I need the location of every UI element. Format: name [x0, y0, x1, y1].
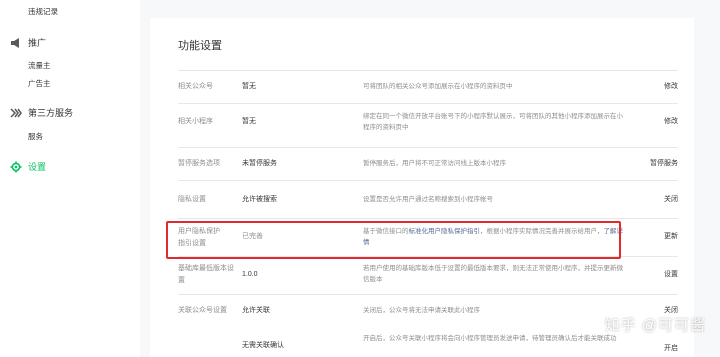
row-value: 允许关联	[242, 307, 270, 314]
row-description: 设置是否允许用户通过名称搜索到小程序帐号	[363, 196, 493, 203]
row-description: 暂停服务后，用户将不可正常访问线上版本小程序	[363, 160, 506, 167]
sidebar-group-promotion[interactable]: 推广	[10, 36, 46, 49]
settings-row-pause-service: 暂停服务选项 未暂停服务 暂停服务后，用户将不可正常访问线上版本小程序 暂停服务	[178, 147, 678, 180]
row-label: 隐私设置	[178, 196, 206, 203]
third-party-icon	[10, 107, 22, 119]
row-label: 关联公众号设置	[178, 307, 227, 314]
sidebar-group-settings[interactable]: 设置	[10, 160, 46, 173]
row-label: 基础库最低版本设置	[178, 265, 234, 284]
enable-button[interactable]: 开启	[664, 343, 678, 355]
row-label: 相关小程序	[178, 118, 213, 125]
row-value: 允许被搜索	[242, 196, 277, 203]
modify-button[interactable]: 修改	[664, 116, 678, 128]
row-description: 关闭后，公众号将无法申请关联此小程序	[363, 307, 480, 314]
row-label: 暂停服务选项	[178, 160, 220, 167]
set-button[interactable]: 设置	[664, 269, 678, 281]
sidebar-group-label: 设置	[28, 162, 47, 172]
row-description: 绑定在同一个微信开放平台账号下的小程序默认展示，可将团队的其他小程序添加展示在小…	[363, 113, 623, 131]
settings-row-related-official-account: 相关公众号 暂无 可将团队的相关公众号添加展示在小程序的资料页中 修改	[178, 70, 678, 103]
sidebar: 违规记录 推广 流量主 广告主 第三方服务 服务 设置	[0, 0, 140, 357]
sidebar-item-services[interactable]: 服务	[28, 131, 43, 142]
row-value: 暂无	[242, 83, 256, 90]
row-value: 暂无	[242, 118, 256, 125]
row-description: 可将团队的相关公众号添加展示在小程序的资料页中	[363, 83, 513, 90]
app-window: 违规记录 推广 流量主 广告主 第三方服务 服务 设置 功能设置 相关公众号 暂…	[0, 0, 720, 357]
row-label: 相关公众号	[178, 83, 213, 90]
feature-settings-panel: 功能设置 相关公众号 暂无 可将团队的相关公众号添加展示在小程序的资料页中 修改…	[150, 18, 694, 357]
update-button[interactable]: 更新	[664, 231, 678, 243]
modify-button[interactable]: 修改	[664, 81, 678, 93]
settings-row-link-confirmation: 无需关联确认 开启后，公众号关联小程序将会向小程序管理员发送申请，待管理员确认后…	[178, 325, 678, 357]
row-description: 若用户使用的基础库版本低于设置的最低版本要求，则无法正常使用小程序，并提示更新微…	[363, 265, 623, 283]
settings-row-related-mini-program: 相关小程序 暂无 绑定在同一个微信开放平台账号下的小程序默认展示，可将团队的其他…	[178, 103, 678, 147]
row-value: 未暂停服务	[242, 160, 277, 167]
sidebar-item-traffic-owner[interactable]: 流量主	[28, 60, 51, 71]
watermark: 知乎 @可可酱	[604, 317, 706, 334]
row-value: 1.0.0	[242, 271, 258, 278]
settings-row-privacy: 隐私设置 允许被搜索 设置是否允许用户通过名称搜索到小程序帐号 关闭	[178, 180, 678, 218]
megaphone-icon	[10, 37, 22, 49]
settings-row-min-library-version: 基础库最低版本设置 1.0.0 若用户使用的基础库版本低于设置的最低版本要求，则…	[178, 256, 678, 294]
sidebar-group-label: 第三方服务	[28, 108, 74, 118]
sidebar-item-advertiser[interactable]: 广告主	[28, 78, 51, 89]
row-description: 开启后，公众号关联小程序将会向小程序管理员发送申请，待管理员确认后才能关联成功	[363, 335, 617, 342]
sidebar-item-violation-records[interactable]: 违规记录	[28, 6, 58, 17]
sidebar-group-label: 推广	[28, 38, 47, 48]
settings-row-linked-official-account: 关联公众号设置 允许关联 关闭后，公众号将无法申请关联此小程序 关闭	[178, 294, 678, 325]
pause-service-button[interactable]: 暂停服务	[650, 158, 678, 170]
highlight-box	[166, 221, 621, 259]
sidebar-group-third-party[interactable]: 第三方服务	[10, 106, 73, 119]
disable-button[interactable]: 关闭	[664, 194, 678, 206]
page-title: 功能设置	[178, 40, 222, 52]
row-value: 无需关联确认	[242, 342, 284, 349]
gear-icon	[10, 161, 22, 173]
